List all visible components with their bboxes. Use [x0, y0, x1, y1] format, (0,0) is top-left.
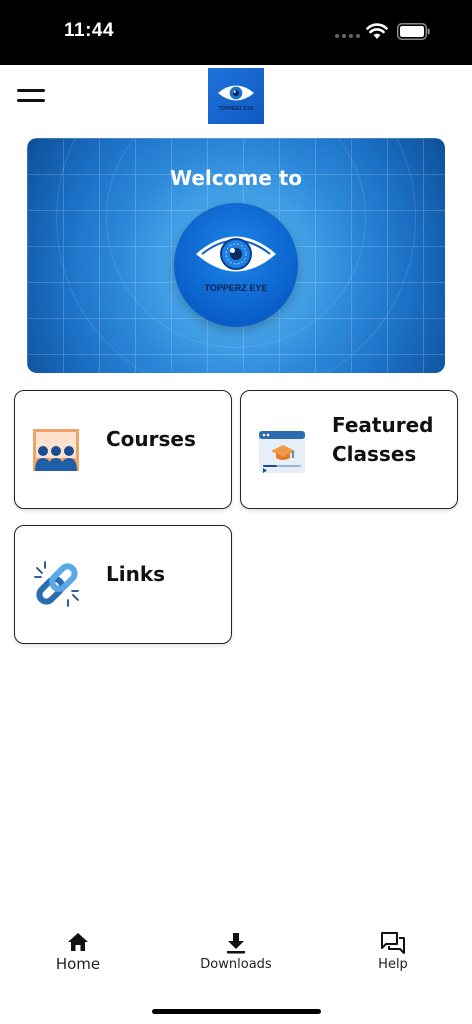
- battery-icon: [397, 23, 430, 40]
- banner-logo-circle: TOPPERZ EYE: [174, 203, 298, 327]
- hamburger-menu-icon[interactable]: [17, 87, 45, 105]
- cellular-signal-icon: [335, 34, 360, 38]
- classroom-icon: [33, 429, 79, 471]
- nav-help-label: Help: [378, 957, 408, 972]
- online-class-icon: [259, 431, 305, 473]
- chat-icon: [381, 932, 405, 954]
- bottom-navigation: Home Downloads Help: [0, 922, 472, 992]
- app-header: TOPPERZ EYE: [0, 65, 472, 127]
- home-icon: [68, 933, 88, 951]
- links-label: Links: [106, 562, 166, 586]
- wifi-icon: [366, 23, 388, 39]
- nav-home[interactable]: Home: [18, 932, 138, 973]
- banner-title: Welcome to: [169, 166, 303, 190]
- featured-classes-card[interactable]: Featured Classes: [240, 390, 458, 509]
- courses-card[interactable]: Courses: [14, 390, 232, 509]
- status-bar: 11:44: [0, 0, 472, 65]
- featured-classes-label-line2: Classes: [332, 442, 417, 466]
- banner-caption: TOPPERZ EYE: [204, 283, 268, 293]
- featured-classes-label-line1: Featured: [332, 413, 434, 437]
- courses-label: Courses: [106, 427, 196, 451]
- home-indicator: [152, 1009, 321, 1014]
- links-card[interactable]: Links: [14, 525, 232, 644]
- app-logo: TOPPERZ EYE: [208, 68, 264, 124]
- nav-home-label: Home: [55, 955, 101, 973]
- download-icon: [227, 933, 245, 954]
- welcome-banner: Welcome to TOPPERZ EYE: [27, 138, 445, 373]
- eye-logo-icon: [217, 85, 255, 100]
- eye-icon: [196, 236, 276, 272]
- nav-downloads[interactable]: Downloads: [176, 932, 296, 972]
- link-icon: [34, 561, 79, 607]
- nav-downloads-label: Downloads: [200, 957, 272, 972]
- logo-caption: TOPPERZ EYE: [218, 105, 254, 112]
- nav-help[interactable]: Help: [333, 932, 453, 972]
- status-time: 11:44: [64, 20, 115, 41]
